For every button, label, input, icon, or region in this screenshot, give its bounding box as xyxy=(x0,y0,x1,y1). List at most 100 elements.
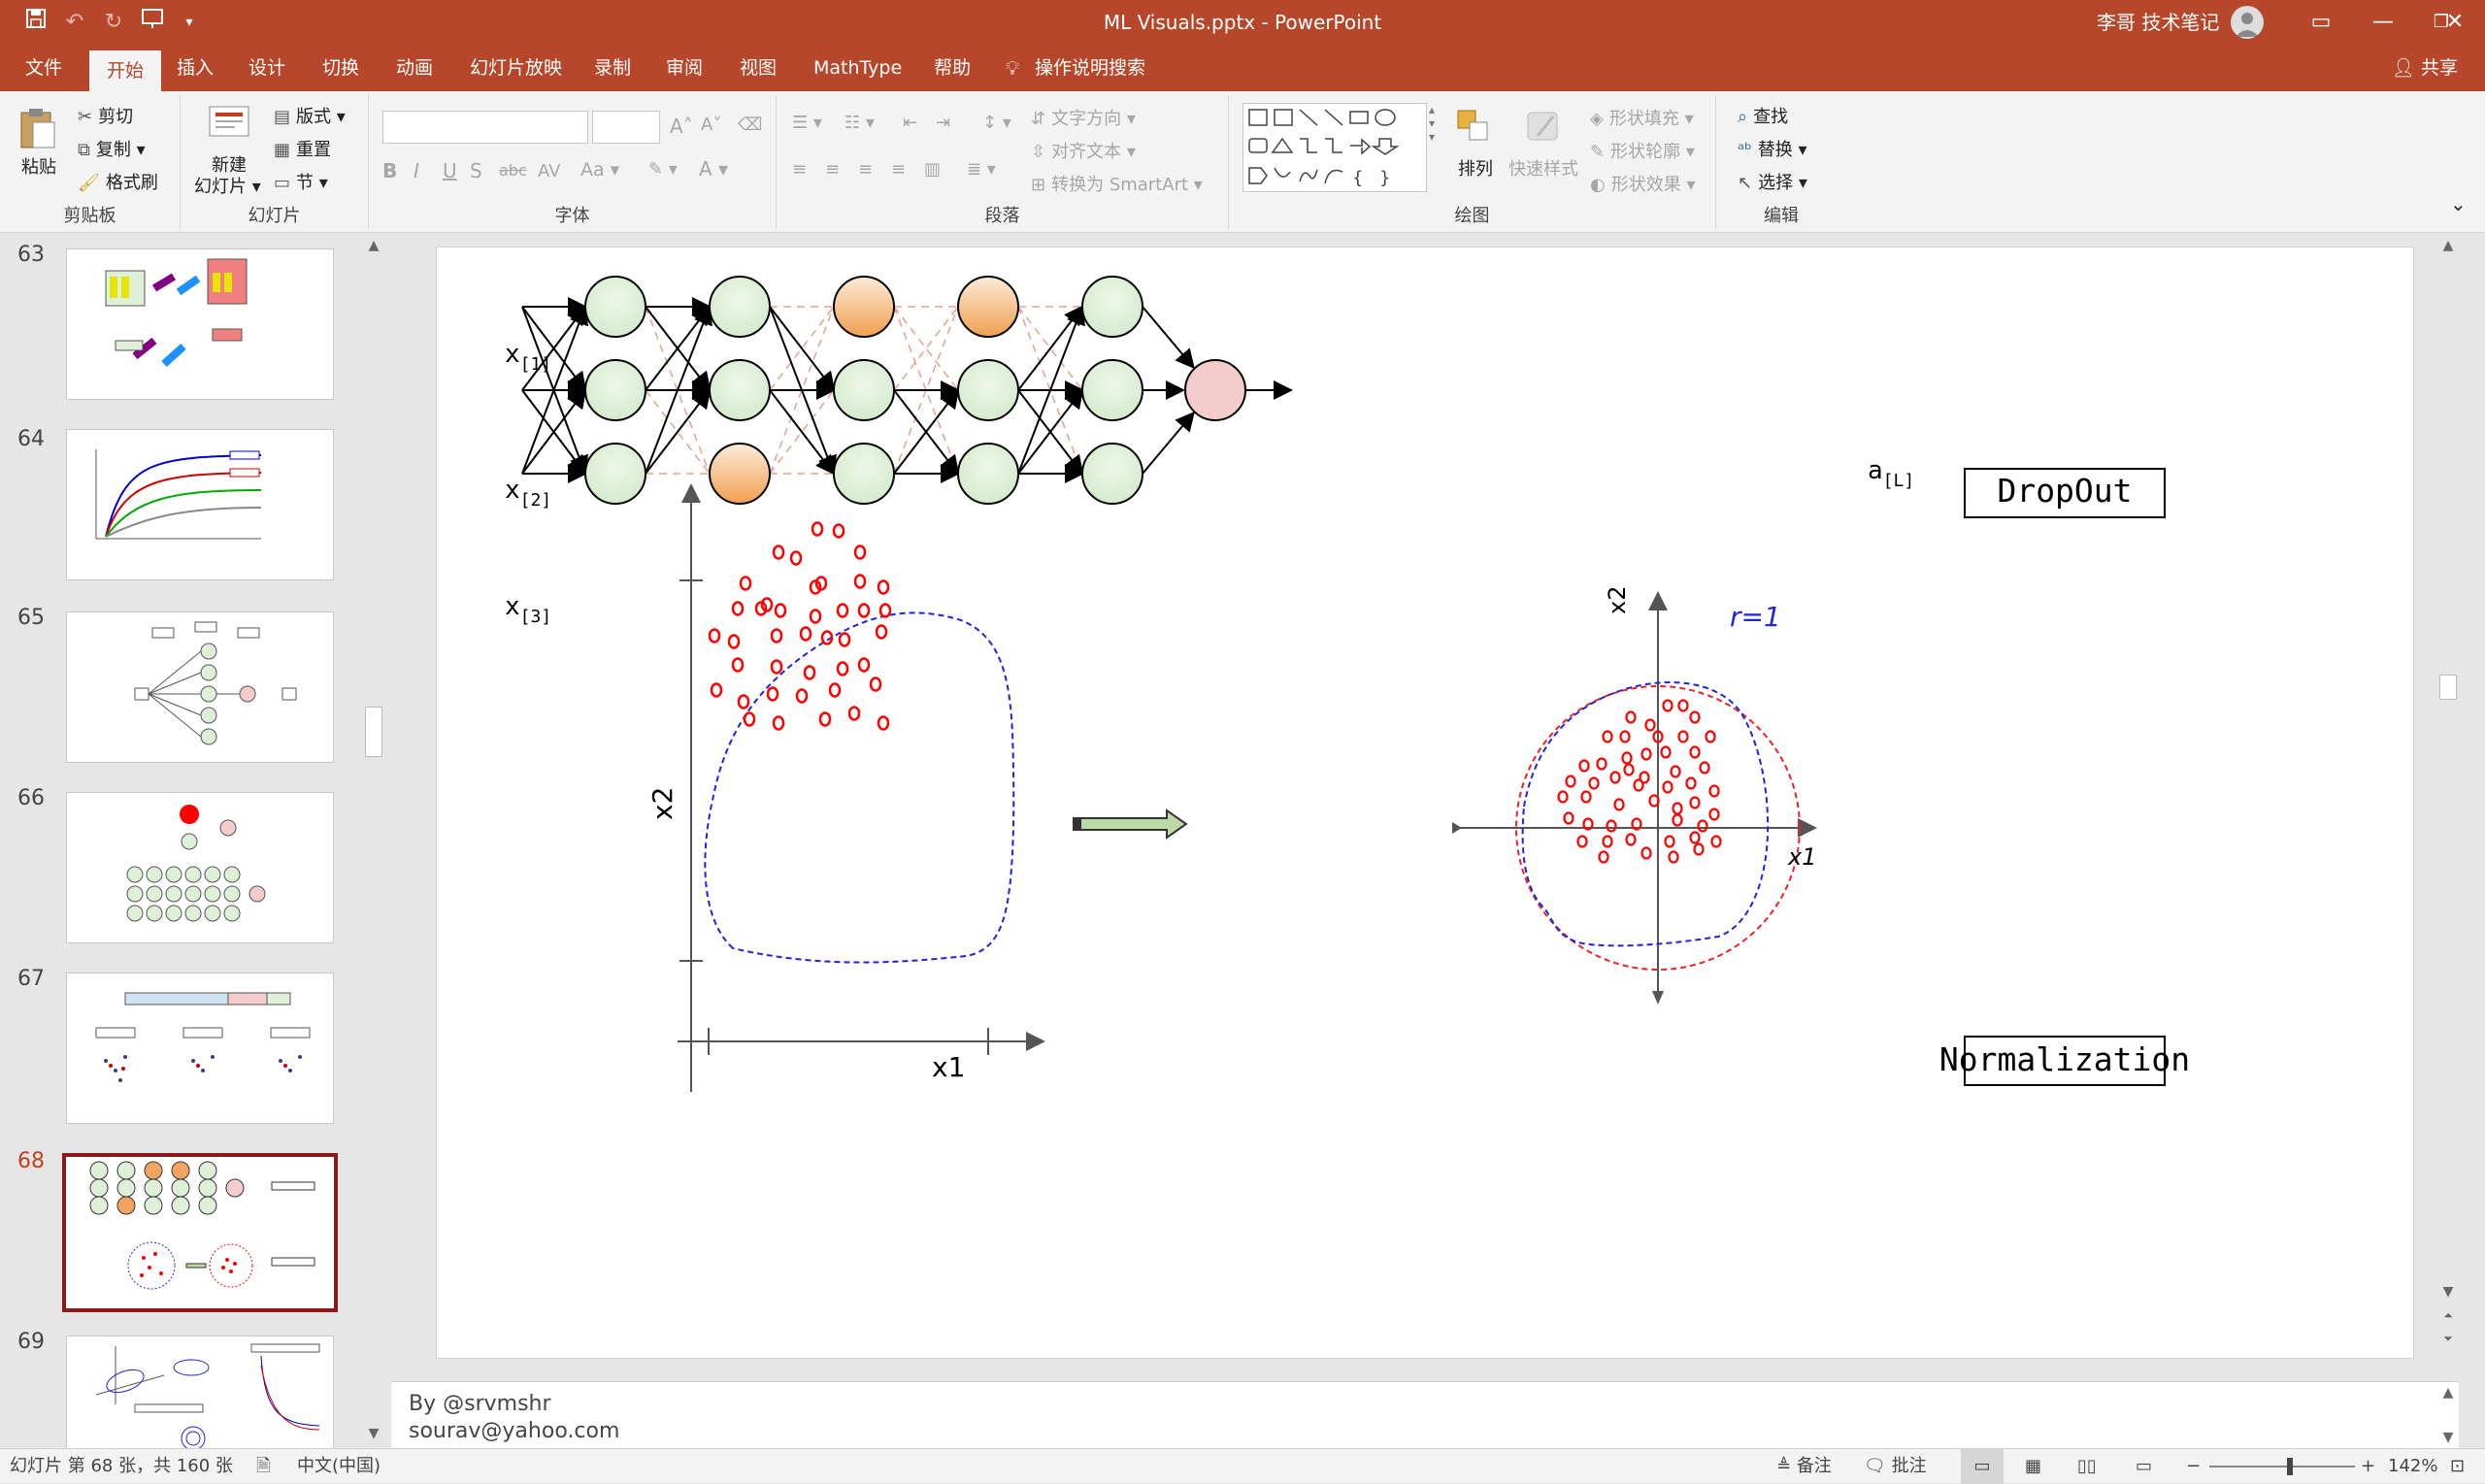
zoom-slider[interactable] xyxy=(2209,1466,2355,1468)
thumbnails-scroll-thumb[interactable] xyxy=(365,707,382,757)
clear-format-icon[interactable]: ⌫ xyxy=(738,115,762,135)
tab-design[interactable]: 设计 xyxy=(231,45,303,91)
font-size-input[interactable] xyxy=(592,111,660,144)
thumb-slide-65[interactable] xyxy=(66,611,334,763)
shape-effects-button[interactable]: ◐ 形状效果 ▾ xyxy=(1590,171,1695,196)
highlight-icon[interactable]: ✎ ▾ xyxy=(648,159,678,180)
replace-button[interactable]: ᵃᵇ 替换 ▾ xyxy=(1738,136,1807,161)
slide-sorter-icon[interactable]: ▦ xyxy=(2025,1449,2041,1484)
underline-icon[interactable]: U xyxy=(443,159,457,182)
thumb-slide-67[interactable] xyxy=(66,973,334,1124)
close-icon[interactable]: ✕ xyxy=(2425,0,2485,45)
tab-view[interactable]: 视图 xyxy=(722,45,794,91)
tab-transitions[interactable]: 切换 xyxy=(305,45,377,91)
align-right-icon[interactable]: ≡ xyxy=(858,159,873,180)
bold-icon[interactable]: B xyxy=(382,159,397,182)
scroll-up-icon[interactable]: ▲ xyxy=(363,235,384,256)
tab-slideshow[interactable]: 幻灯片放映 xyxy=(452,45,580,91)
paste-button[interactable] xyxy=(17,105,56,154)
editor-scrollbar[interactable]: ▲ ▼ ⏶ ⏷ xyxy=(2437,233,2459,1378)
thumb-slide-63[interactable] xyxy=(66,248,334,400)
zoom-out-icon[interactable]: − xyxy=(2186,1449,2201,1484)
select-button[interactable]: ↖ 选择 ▾ xyxy=(1738,169,1807,194)
strikethrough-icon[interactable]: abc xyxy=(499,161,527,180)
thumb-slide-66[interactable] xyxy=(66,792,334,943)
previous-slide-icon[interactable]: ⏶ xyxy=(2437,1304,2459,1326)
char-spacing-icon[interactable]: AV xyxy=(538,161,560,181)
tab-home[interactable]: 开始 xyxy=(89,50,162,91)
layout-button[interactable]: ▤ 版式 ▾ xyxy=(274,103,346,128)
copy-button[interactable]: ⧉ 复制 ▾ xyxy=(78,136,146,161)
tab-insert[interactable]: 插入 xyxy=(159,45,231,91)
thumb-slide-64[interactable] xyxy=(66,429,334,580)
fit-to-window-icon[interactable]: ⊡ xyxy=(2450,1449,2465,1484)
increase-font-icon[interactable]: A˄ xyxy=(670,115,693,138)
redo-icon[interactable]: ↻ xyxy=(99,8,128,37)
align-center-icon[interactable]: ≡ xyxy=(825,159,840,180)
cut-button[interactable]: ✂ 剪切 xyxy=(78,103,133,128)
justify-icon[interactable]: ≡ xyxy=(891,159,906,180)
scroll-down-icon[interactable]: ▼ xyxy=(363,1423,384,1444)
tab-file[interactable]: 文件 xyxy=(8,45,80,91)
tab-record[interactable]: 录制 xyxy=(577,45,648,91)
shadow-icon[interactable]: S xyxy=(470,159,482,182)
notes-pane[interactable]: By @srvmshr sourav@yahoo.com ▲ ▼ xyxy=(391,1381,2459,1449)
slide-canvas[interactable]: x[1] x[2] x[3] a[L] DropOut Normalizatio… xyxy=(436,247,2414,1359)
text-direction-button[interactable]: ⇵ 文字方向 ▾ xyxy=(1031,105,1136,130)
find-button[interactable]: ⌕ 查找 xyxy=(1738,103,1788,128)
thumbnails-scrollbar[interactable]: ▲ ▼ xyxy=(363,233,384,1448)
arrange-button[interactable] xyxy=(1454,107,1493,150)
normal-view-icon[interactable]: ▭ xyxy=(1961,1449,2004,1484)
decrease-indent-icon[interactable]: ⇤ xyxy=(903,113,917,133)
spellcheck-icon[interactable]: 🗎︎ xyxy=(256,1449,270,1484)
numbering-icon[interactable]: ☷ ▾ xyxy=(845,113,875,133)
increase-indent-icon[interactable]: ⇥ xyxy=(936,113,950,133)
zoom-in-icon[interactable]: + xyxy=(2361,1449,2375,1484)
share-button[interactable]: 👤︎ 共享 xyxy=(2392,45,2458,91)
scroll-up-icon[interactable]: ▲ xyxy=(2437,235,2459,256)
collapse-ribbon-icon[interactable]: ⌄ xyxy=(2450,192,2467,215)
columns-icon[interactable]: ▥ xyxy=(924,159,941,180)
reading-view-icon[interactable]: ▯▯ xyxy=(2077,1449,2097,1484)
notes-button[interactable]: ≜ 备注 xyxy=(1776,1449,1832,1484)
quick-styles-button[interactable] xyxy=(1524,107,1563,150)
scroll-up-icon[interactable]: ▲ xyxy=(2437,1382,2459,1403)
bullets-icon[interactable]: ☰ ▾ xyxy=(792,113,822,133)
zoom-level[interactable]: 142% xyxy=(2388,1449,2437,1484)
align-left-icon[interactable]: ≡ xyxy=(792,159,807,180)
user-name[interactable]: 李哥 技术笔记 xyxy=(2097,0,2219,45)
reset-button[interactable]: ▦ 重置 xyxy=(274,136,331,161)
tab-animations[interactable]: 动画 xyxy=(379,45,450,91)
tab-review[interactable]: 审阅 xyxy=(648,45,720,91)
language-indicator[interactable]: 中文(中国) xyxy=(297,1449,381,1484)
line-spacing-icon[interactable]: ↕ ▾ xyxy=(982,113,1011,133)
thumb-slide-69[interactable] xyxy=(66,1336,334,1452)
italic-icon[interactable]: I xyxy=(414,159,419,182)
tab-mathtype[interactable]: MathType xyxy=(796,45,919,91)
tell-me-search[interactable]: 💡︎ 操作说明搜索 xyxy=(988,45,1163,91)
comments-button[interactable]: 🗨︎ 批注 xyxy=(1864,1449,1927,1484)
shape-outline-button[interactable]: ✎ 形状轮廓 ▾ xyxy=(1590,138,1695,163)
new-slide-button[interactable] xyxy=(208,103,252,147)
avatar[interactable] xyxy=(2231,6,2264,39)
change-case-icon[interactable]: Aa ▾ xyxy=(580,159,619,181)
thumb-slide-68[interactable] xyxy=(62,1153,338,1312)
paragraph-settings-icon[interactable]: ≣ ▾ xyxy=(967,159,996,180)
gallery-scroll-icon[interactable]: ▴ ▾ ▾ xyxy=(1429,103,1435,144)
scroll-down-icon[interactable]: ▼ xyxy=(2437,1427,2459,1448)
editor-scroll-thumb[interactable] xyxy=(2439,675,2457,700)
present-icon[interactable] xyxy=(138,8,167,37)
decrease-font-icon[interactable]: A˅ xyxy=(701,115,721,135)
scroll-down-icon[interactable]: ▼ xyxy=(2437,1281,2459,1303)
next-slide-icon[interactable]: ⏷ xyxy=(2437,1328,2459,1349)
font-color-icon[interactable]: A ▾ xyxy=(699,157,728,181)
format-painter-button[interactable]: 🖌︎ 格式刷 xyxy=(78,169,158,194)
shapes-gallery[interactable]: {} xyxy=(1242,103,1427,192)
align-text-button[interactable]: ⇳ 对齐文本 ▾ xyxy=(1031,138,1136,163)
save-icon[interactable] xyxy=(21,8,50,37)
notes-scrollbar[interactable]: ▲ ▼ xyxy=(2437,1382,2459,1449)
undo-icon[interactable]: ↶ xyxy=(60,8,89,37)
ribbon-display-icon[interactable]: ▭ xyxy=(2287,0,2355,45)
shape-fill-button[interactable]: ◈ 形状填充 ▾ xyxy=(1590,105,1694,130)
slideshow-view-icon[interactable]: ▭ xyxy=(2136,1449,2152,1484)
